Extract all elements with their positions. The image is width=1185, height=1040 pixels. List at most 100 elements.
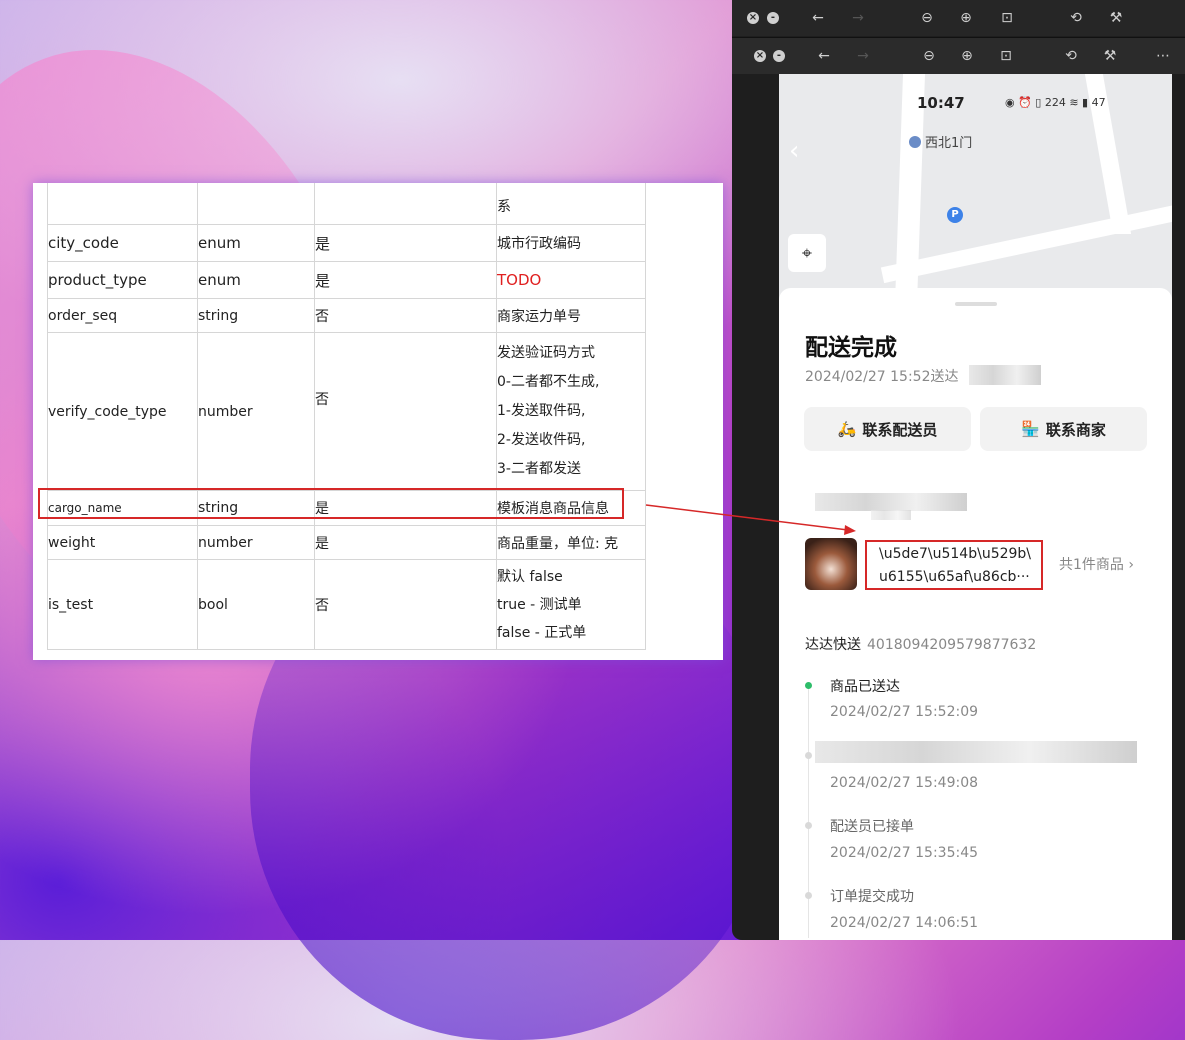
order-status-subtitle: 2024/02/27 15:52送达 [805,369,959,385]
timeline-time: 2024/02/27 15:52:09 [830,704,979,720]
contact-rider-button[interactable]: 🛵 联系配送员 [804,407,971,451]
rotate-icon[interactable]: ⟲ [1060,45,1082,67]
table-row: product_type enum 是 TODO [47,261,646,299]
param-name: is_test [47,559,198,650]
redacted-text [871,510,911,520]
zoom-in-icon[interactable]: ⊕ [955,7,977,29]
param-required: 否 [314,332,497,491]
table-row: 系 [47,183,646,225]
minimize-icon[interactable]: - [762,7,784,29]
fit-screen-icon[interactable]: ⊡ [995,45,1017,67]
desc-line: false - 正式单 [497,624,587,641]
table-row: weight number 是 商品重量，单位: 克 [47,525,646,560]
redacted-text [815,493,967,511]
desc-line: 2-发送收件码, [497,432,586,448]
param-desc: 系 [496,183,646,225]
param-required: 是 [314,261,497,299]
timeline-title: 订单提交成功 [830,889,914,905]
param-type: string [197,298,315,333]
table-row: city_code enum 是 城市行政编码 [47,224,646,262]
location-pin-icon [909,136,921,148]
rotate-icon[interactable]: ⟲ [1065,7,1087,29]
timeline-time: 2024/02/27 15:35:45 [830,845,979,861]
scooter-icon: 🛵 [837,420,857,438]
param-desc: 城市行政编码 [496,224,646,262]
desc-line: true - 测试单 [497,596,582,613]
param-name: order_seq [47,298,198,333]
zoom-out-icon[interactable]: ⊖ [916,7,938,29]
timeline-dot [805,892,812,899]
param-type: number [197,332,315,491]
more-icon[interactable]: ⋯ [1152,45,1174,67]
tools-icon[interactable]: ⚒ [1099,45,1121,67]
param-required: 是 [314,525,497,560]
drag-handle[interactable] [955,302,997,306]
param-table: 系 city_code enum 是 城市行政编码 product_type e… [47,183,646,650]
param-name [47,183,198,225]
param-required: 是 [314,224,497,262]
table-row: order_seq string 否 商家运力单号 [47,298,646,333]
back-arrow-icon[interactable]: ← [813,45,835,67]
cargo-name-highlight [38,488,624,519]
desc-line: 默认 false [497,568,563,585]
fit-screen-icon[interactable]: ⊡ [996,7,1018,29]
api-doc-panel: 系 city_code enum 是 城市行政编码 product_type e… [33,183,723,660]
toolbar-secondary: × - ← → ⊖ ⊕ ⊡ ⟲ ⚒ ⋯ [732,37,1185,74]
param-desc: 默认 false true - 测试单 false - 正式单 [496,559,646,650]
product-name-highlight[interactable]: \u5de7\u514b\u529b\ u6155\u65af\u86cb··· [865,540,1043,590]
zoom-out-icon[interactable]: ⊖ [918,45,940,67]
contact-shop-button[interactable]: 🏪 联系商家 [980,407,1147,451]
param-desc: 发送验证码方式 0-二者都不生成, 1-发送取件码, 2-发送收件码, 3-二者… [496,332,646,491]
product-name-line: u6155\u65af\u86cb··· [879,569,1030,585]
param-type: enum [197,261,315,299]
forward-arrow-icon[interactable]: → [852,45,874,67]
param-type: bool [197,559,315,650]
toolbar-primary: × - ← → ⊖ ⊕ ⊡ ⟲ ⚒ [732,0,1185,36]
status-icons: ◉ ⏰ ▯ 224 ≋ ▮ 47 [1005,96,1106,109]
close-icon[interactable]: × [742,7,764,29]
forward-arrow-icon[interactable]: → [847,7,869,29]
minimize-icon[interactable]: - [768,45,790,67]
redacted-text [969,365,1041,385]
param-type [197,183,315,225]
param-desc-todo: TODO [496,261,646,299]
back-arrow-icon[interactable]: ← [807,7,829,29]
param-required [314,183,497,225]
back-chevron-icon[interactable]: ‹ [789,136,799,166]
param-name: city_code [47,224,198,262]
crosshair-icon: ⌖ [801,242,813,264]
product-name-line: \u5de7\u514b\u529b\ [879,546,1032,562]
param-desc: 商品重量，单位: 克 [496,525,646,560]
zoom-in-icon[interactable]: ⊕ [956,45,978,67]
param-required: 否 [314,298,497,333]
chevron-right-icon: › [1128,557,1134,573]
tools-icon[interactable]: ⚒ [1105,7,1127,29]
param-name: weight [47,525,198,560]
param-desc: 商家运力单号 [496,298,646,333]
param-name: product_type [47,261,198,299]
order-detail-sheet: 配送完成 2024/02/27 15:52送达 🛵 联系配送员 🏪 联系商家 \u5… [779,288,1172,940]
map-road [880,200,1172,284]
carrier-info: 达达快送 4018094209579877632 [805,637,1037,653]
product-thumbnail[interactable] [805,538,857,590]
timeline-dot-active [805,682,812,689]
map-location-label: 西北1门 [909,132,972,151]
timeline-title: 配送员已接单 [830,819,914,835]
status-time: 10:47 [917,94,965,112]
desc-line: 发送验证码方式 [497,345,595,361]
desc-line: 3-二者都发送 [497,461,581,477]
timeline-dot [805,822,812,829]
phone-screen: 10:47 ◉ ⏰ ▯ 224 ≋ ▮ 47 ‹ 西北1门 P ⌖ 配送完成 2… [779,74,1172,940]
param-type: number [197,525,315,560]
timeline-time: 2024/02/27 15:49:08 [830,775,979,791]
param-type: enum [197,224,315,262]
redacted-text [815,741,1137,763]
locate-me-button[interactable]: ⌖ [788,234,826,272]
product-count-link[interactable]: 共1件商品 › [1059,554,1134,574]
param-name: verify_code_type [47,332,198,491]
desc-line: 1-发送取件码, [497,403,586,419]
map-view[interactable]: 10:47 ◉ ⏰ ▯ 224 ≋ ▮ 47 ‹ 西北1门 P ⌖ [779,74,1172,304]
timeline-dot [805,752,812,759]
parking-icon: P [947,207,963,223]
tracking-number: 4018094209579877632 [867,637,1037,653]
